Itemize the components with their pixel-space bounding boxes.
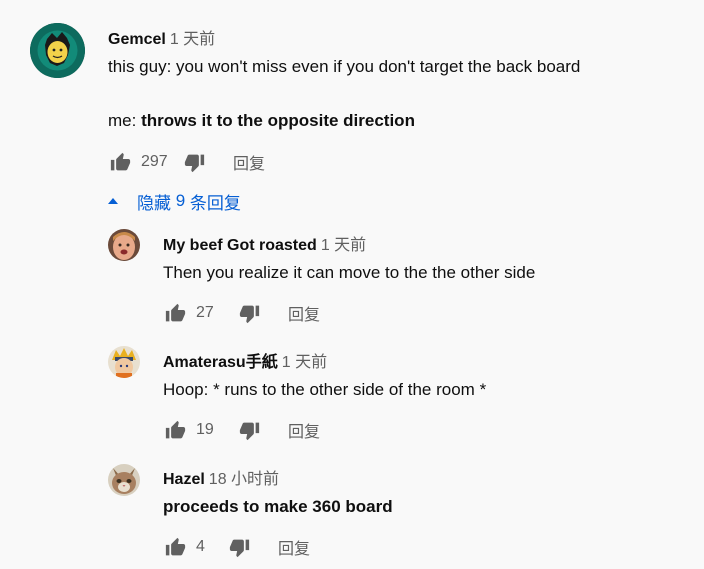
comment-timestamp[interactable]: 1 天前 <box>170 31 215 48</box>
author-name[interactable]: Amaterasu手紙 <box>163 354 278 371</box>
avatar-image <box>108 464 140 496</box>
reply-actions: 27 回复 <box>163 301 320 325</box>
reply-text: Hoop: * runs to the other side of the ro… <box>163 380 487 399</box>
avatar-image <box>108 346 140 378</box>
comment-text-line-2: me: throws it to the opposite direction <box>108 111 415 131</box>
author-name[interactable]: Hazel <box>163 471 205 488</box>
author-name[interactable]: My beef Got roasted <box>163 237 317 254</box>
thumbs-up-icon[interactable] <box>163 535 187 559</box>
like-count: 27 <box>196 304 214 321</box>
comment-text-prefix: me: <box>108 111 142 130</box>
caret-up-icon <box>108 198 118 204</box>
thumbs-down-icon[interactable] <box>237 418 261 442</box>
reply-timestamp[interactable]: 1 天前 <box>321 237 366 254</box>
reply-button[interactable]: 回复 <box>233 150 265 174</box>
hide-replies-button[interactable]: 隐藏 9 条回复 <box>108 190 241 213</box>
like-count: 4 <box>196 538 205 555</box>
reply-text: proceeds to make 360 board <box>163 497 393 516</box>
thumbs-down-icon[interactable] <box>227 535 251 559</box>
comment-author[interactable]: Gemcel 1 天前 <box>108 25 215 49</box>
reply-actions: 19 回复 <box>163 418 320 442</box>
thumbs-up-icon[interactable] <box>163 301 187 325</box>
reply-author[interactable]: My beef Got roasted 1 天前 <box>163 231 366 255</box>
avatar[interactable] <box>108 346 140 378</box>
author-name[interactable]: Gemcel <box>108 31 166 48</box>
avatar-image <box>108 229 140 261</box>
reply-timestamp[interactable]: 1 天前 <box>282 354 327 371</box>
reply-author[interactable]: Amaterasu手紙 1 天前 <box>163 348 327 372</box>
reply-actions: 4 回复 <box>163 535 310 559</box>
like-count: 19 <box>196 421 214 438</box>
comment-text-line-1: this guy: you won't miss even if you don… <box>108 57 581 76</box>
thumbs-down-icon[interactable] <box>237 301 261 325</box>
hide-replies-count: 9 <box>175 191 186 210</box>
reply-button[interactable]: 回复 <box>288 301 320 325</box>
reply-author[interactable]: Hazel 18 小时前 <box>163 465 279 489</box>
thumbs-up-icon[interactable] <box>163 418 187 442</box>
comment-text-bold: throws it to the opposite direction <box>141 111 415 130</box>
hide-replies-label-prefix: 隐藏 <box>137 193 176 213</box>
reply-text: Then you realize it can move to the the … <box>163 263 536 282</box>
thumbs-up-icon[interactable] <box>108 150 132 174</box>
reply-timestamp[interactable]: 18 小时前 <box>209 471 279 488</box>
avatar-image <box>30 23 85 78</box>
like-count: 297 <box>141 153 168 170</box>
reply-button[interactable]: 回复 <box>278 535 310 559</box>
hide-replies-label-suffix: 条回复 <box>185 193 241 213</box>
avatar[interactable] <box>30 23 85 78</box>
reply-button[interactable]: 回复 <box>288 418 320 442</box>
avatar[interactable] <box>108 229 140 261</box>
thumbs-down-icon[interactable] <box>182 150 206 174</box>
comment-actions: 297 回复 <box>108 150 265 174</box>
avatar[interactable] <box>108 464 140 496</box>
